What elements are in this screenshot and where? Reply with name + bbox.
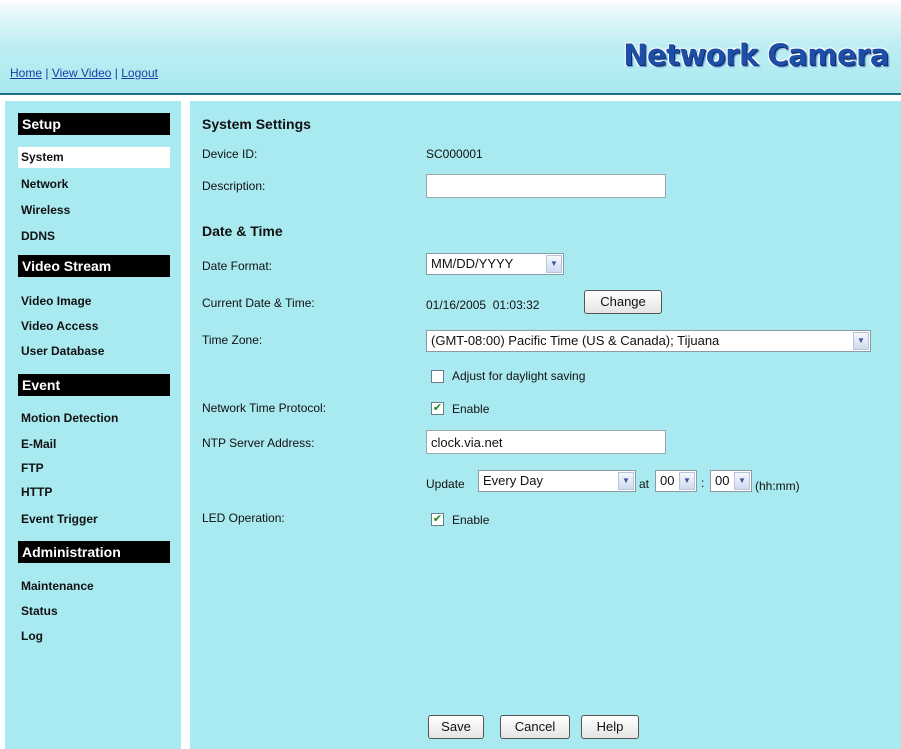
at-label: at: [639, 477, 650, 491]
chevron-down-icon: ▼: [853, 332, 869, 350]
time-zone-value: (GMT-08:00) Pacific Time (US & Canada); …: [431, 333, 720, 348]
chevron-down-icon: ▼: [546, 255, 562, 273]
ntp-enable-checkbox[interactable]: ✔: [431, 402, 444, 415]
logout-link[interactable]: Logout: [121, 66, 158, 80]
current-date-time-label: Current Date & Time:: [202, 296, 315, 310]
sidebar-item-motion-detection[interactable]: Motion Detection: [21, 411, 118, 425]
sidebar-item-maintenance[interactable]: Maintenance: [21, 579, 94, 593]
sidebar-item-user-database[interactable]: User Database: [21, 344, 104, 358]
sidebar-item-event-trigger[interactable]: Event Trigger: [21, 512, 98, 526]
column-divider: [181, 101, 190, 749]
sidebar-item-status[interactable]: Status: [21, 604, 58, 618]
sidebar-item-ddns[interactable]: DDNS: [21, 229, 55, 243]
time-zone-select[interactable]: (GMT-08:00) Pacific Time (US & Canada); …: [426, 330, 871, 352]
sidebar-item-system[interactable]: System: [18, 147, 170, 168]
sidebar-item-ftp[interactable]: FTP: [21, 461, 44, 475]
description-field[interactable]: [426, 174, 666, 198]
daylight-saving-label: Adjust for daylight saving: [452, 369, 586, 383]
sidebar-item-video-image[interactable]: Video Image: [21, 294, 91, 308]
link-separator: |: [45, 66, 49, 80]
time-zone-label: Time Zone:: [202, 333, 263, 347]
hour-select[interactable]: 00 ▼: [655, 470, 697, 492]
time-format-hint: (hh:mm): [755, 479, 800, 493]
date-format-label: Date Format:: [202, 259, 273, 273]
date-time-heading: Date & Time: [202, 223, 283, 239]
led-enable-label: Enable: [452, 513, 490, 527]
led-operation-label: LED Operation:: [202, 511, 285, 525]
ntp-enable-label: Enable: [452, 402, 490, 416]
daylight-saving-checkbox[interactable]: [431, 370, 444, 383]
sidebar-item-log[interactable]: Log: [21, 629, 43, 643]
section-header-setup: Setup: [18, 113, 170, 135]
minute-value: 00: [715, 473, 730, 488]
sidebar-item-email[interactable]: E-Mail: [21, 437, 56, 451]
ntp-server-label: NTP Server Address:: [202, 436, 315, 450]
led-enable-checkbox[interactable]: ✔: [431, 513, 444, 526]
sidebar: Setup System Network Wireless DDNS Video…: [5, 101, 181, 749]
link-separator: |: [114, 66, 118, 80]
cancel-button[interactable]: Cancel: [500, 715, 570, 739]
update-label: Update: [426, 477, 465, 491]
sidebar-item-http[interactable]: HTTP: [21, 485, 52, 499]
change-button[interactable]: Change: [584, 290, 662, 314]
chevron-down-icon: ▼: [618, 472, 634, 490]
ntp-label: Network Time Protocol:: [202, 401, 327, 415]
save-button[interactable]: Save: [428, 715, 484, 739]
sidebar-item-video-access[interactable]: Video Access: [21, 319, 98, 333]
sidebar-item-network[interactable]: Network: [21, 177, 68, 191]
device-id-value: SC000001: [426, 147, 483, 161]
time-colon: :: [701, 476, 705, 490]
section-header-event: Event: [18, 374, 170, 396]
section-header-administration: Administration: [18, 541, 170, 563]
top-links: Home | View Video | Logout: [10, 66, 158, 80]
chevron-down-icon: ▼: [679, 472, 695, 490]
help-button[interactable]: Help: [581, 715, 639, 739]
chevron-down-icon: ▼: [734, 472, 750, 490]
view-video-link[interactable]: View Video: [52, 66, 112, 80]
home-link[interactable]: Home: [10, 66, 42, 80]
header-banner: Home | View Video | Logout Network Camer…: [0, 0, 901, 95]
update-frequency-value: Every Day: [483, 473, 543, 488]
date-format-select[interactable]: MM/DD/YYYY ▼: [426, 253, 564, 275]
current-date-time-value: 01/16/2005 01:03:32: [426, 298, 540, 312]
system-settings-heading: System Settings: [202, 116, 311, 132]
ntp-server-field[interactable]: [426, 430, 666, 454]
main-panel: System Settings Device ID: SC000001 Desc…: [190, 101, 901, 749]
device-id-label: Device ID:: [202, 147, 258, 161]
hour-value: 00: [660, 473, 675, 488]
description-label: Description:: [202, 179, 266, 193]
sidebar-item-wireless[interactable]: Wireless: [21, 203, 70, 217]
section-header-video-stream: Video Stream: [18, 255, 170, 277]
update-frequency-select[interactable]: Every Day ▼: [478, 470, 636, 492]
date-format-value: MM/DD/YYYY: [431, 256, 514, 271]
minute-select[interactable]: 00 ▼: [710, 470, 752, 492]
network-camera-logo: Network Camera: [623, 38, 889, 72]
